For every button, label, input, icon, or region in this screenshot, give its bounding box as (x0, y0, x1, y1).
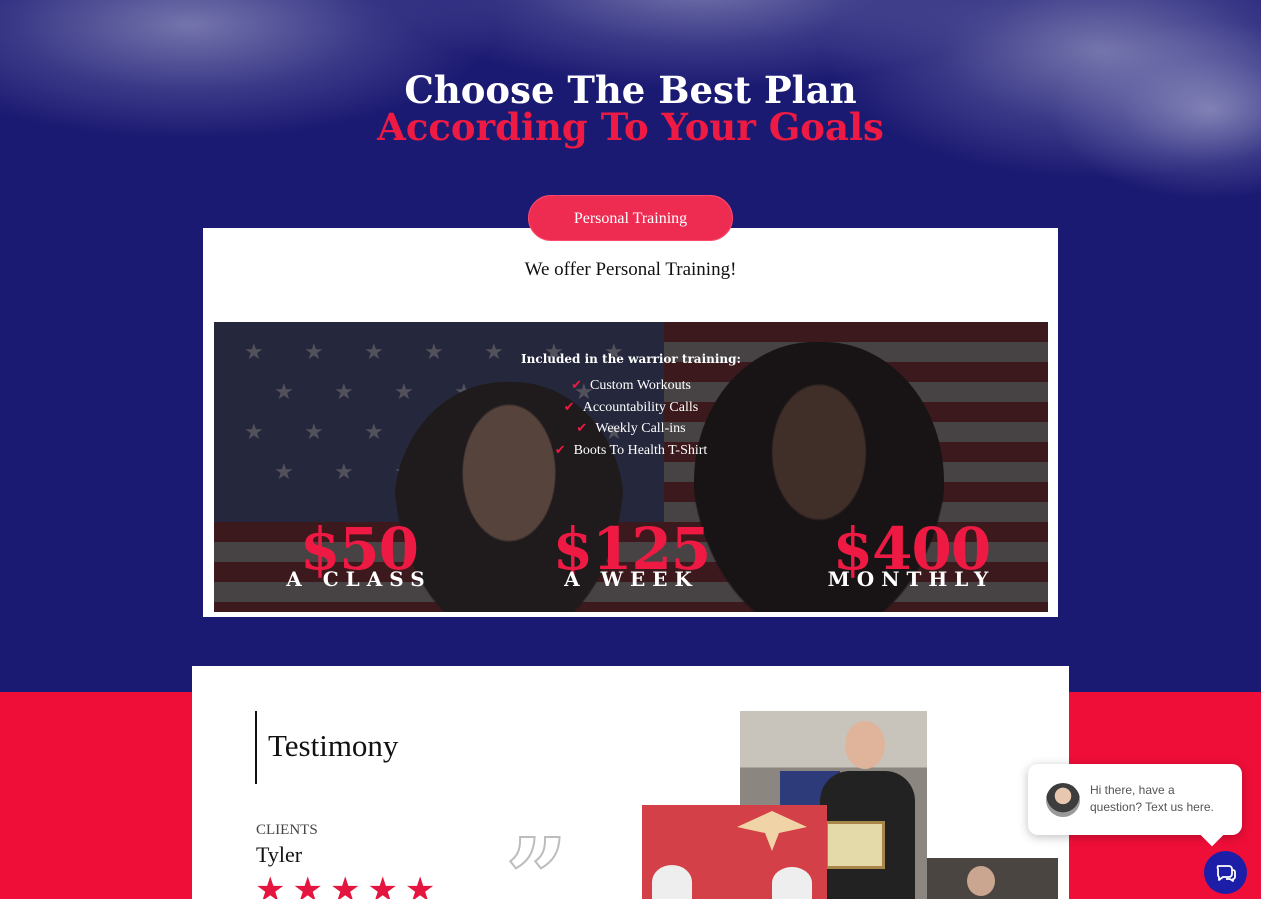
clients-label: CLIENTS (256, 822, 318, 838)
section-title-line2: According To Your Goals (377, 105, 884, 149)
check-icon: ✔ (576, 420, 588, 435)
price-period: MONTHLY (827, 567, 996, 591)
testimony-card: Testimony CLIENTS Tyler ★★★★★ ” (192, 666, 1069, 899)
feature-item: ✔ Custom Workouts (571, 377, 691, 393)
chat-greeting-bubble[interactable]: Hi there, have a question? Text us here. (1028, 764, 1242, 835)
price-week: $125 A WEEK (534, 520, 729, 589)
feature-item: ✔ Accountability Calls (563, 398, 699, 415)
avatar (1046, 783, 1080, 817)
included-title: Included in the warrior training: (521, 352, 741, 366)
chat-message: Hi there, have a question? Text us here. (1090, 783, 1214, 814)
plan-card: We offer Personal Training! ★ ★ ★ ★ ★ ★ … (203, 228, 1058, 617)
testimony-photo-eagle (642, 805, 827, 899)
tab-personal-training[interactable]: Personal Training (528, 195, 733, 241)
testimony-title: Testimony (268, 728, 399, 763)
chat-launcher-button[interactable] (1204, 851, 1247, 894)
quote-icon: ” (504, 814, 569, 899)
price-class: $50 A CLASS (264, 520, 454, 591)
plan-heading: We offer Personal Training! (524, 259, 737, 280)
feature-item: ✔ Weekly Call-ins (576, 420, 686, 436)
price-period: A CLASS (286, 567, 432, 591)
price-monthly: $400 MONTHLY (809, 520, 1014, 591)
feature-list: ✔ Custom Workouts ✔ Accountability Calls ✔… (214, 375, 1048, 461)
chat-icon (1216, 864, 1236, 882)
feature-item: ✔ Boots To Health T-Shirt (554, 441, 708, 458)
check-icon: ✔ (571, 377, 582, 392)
rating-stars: ★★★★★ (255, 870, 443, 899)
plan-image: ★ ★ ★ ★ ★ ★ ★ ★ ★ ★ ★ ★ ★ ★ ★ ★ ★ ★ ★ ★ … (214, 322, 1048, 612)
title-accent-bar (255, 711, 257, 784)
client-name: Tyler (256, 842, 303, 867)
check-icon: ✔ (554, 441, 566, 457)
testimony-photo-gym (927, 858, 1058, 899)
check-icon: ✔ (563, 398, 575, 414)
